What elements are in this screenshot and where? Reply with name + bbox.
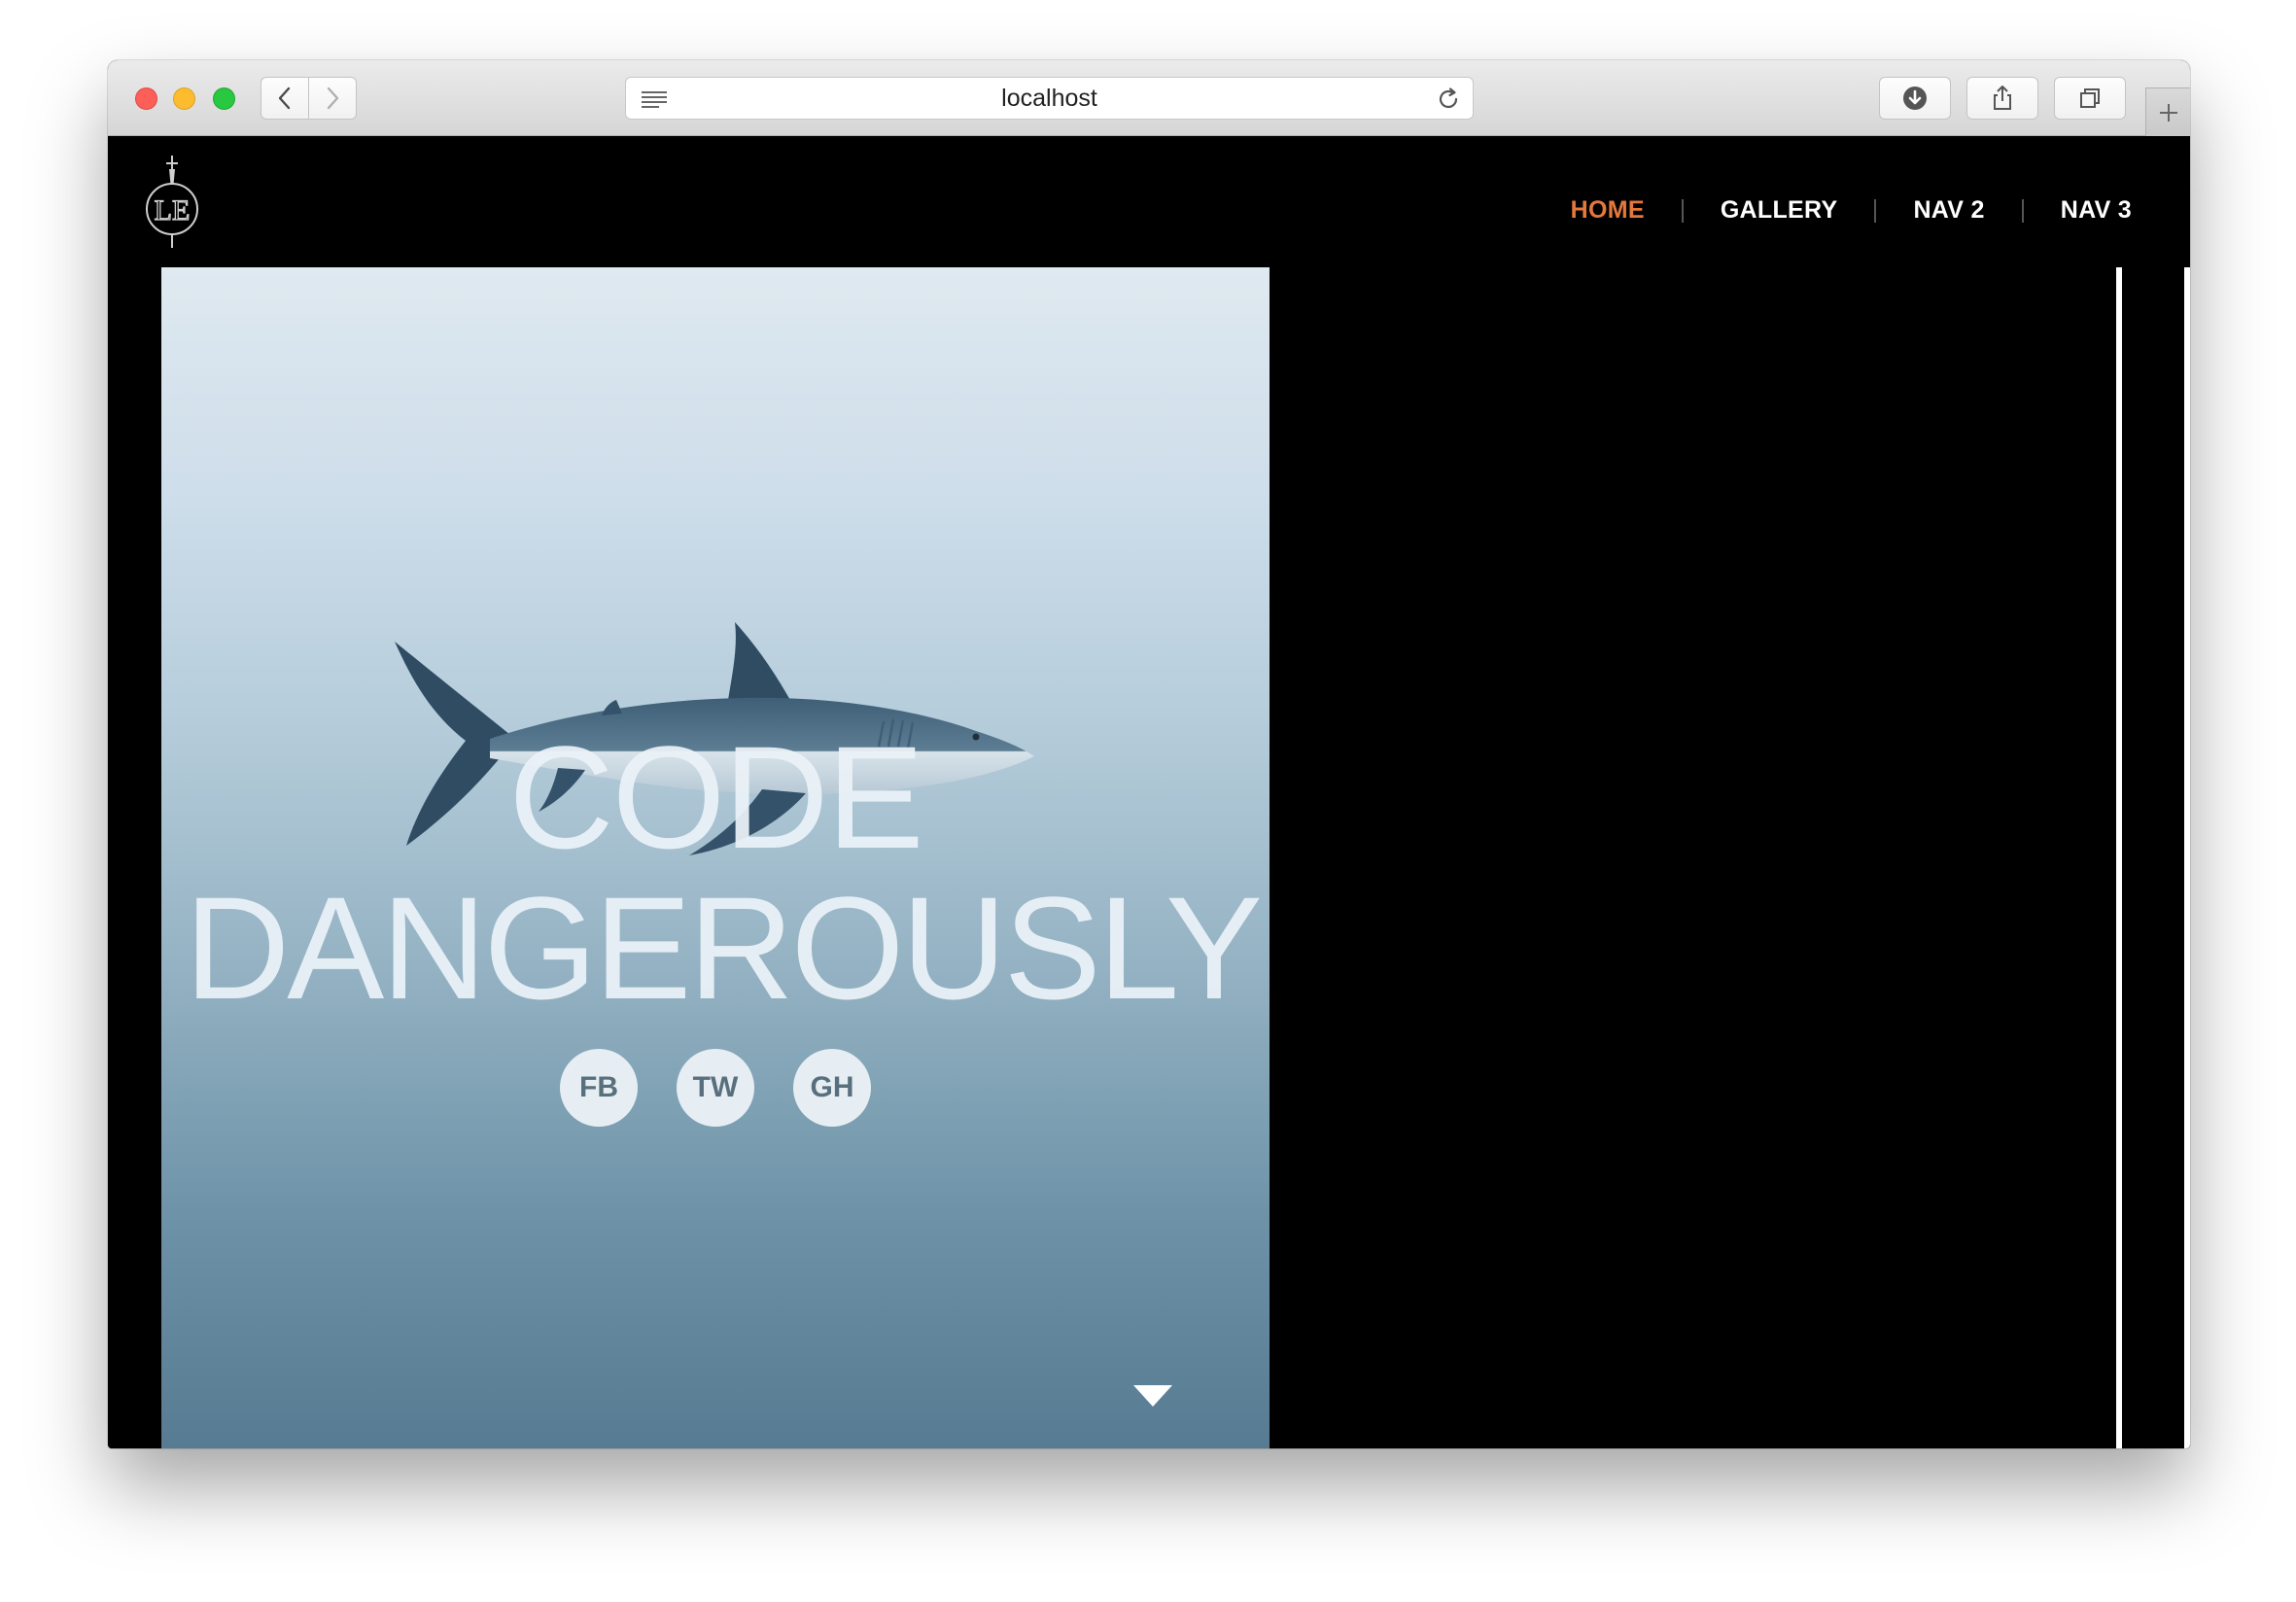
screenshot-stage: localhost LE HOME GALLERY NAV 2 NAV 3 CO… <box>0 0 2296 1602</box>
offscreen-panel <box>2122 267 2190 1448</box>
nav-2[interactable]: NAV 2 <box>1913 196 1984 225</box>
address-bar[interactable]: localhost <box>625 77 1474 120</box>
svg-text:LE: LE <box>155 194 191 226</box>
nav-separator <box>1681 198 1684 223</box>
offscreen-panel-edge <box>2184 267 2190 1448</box>
headline-line-2: DANGEROUSLY <box>184 866 1263 1029</box>
new-tab-button[interactable] <box>2145 87 2190 136</box>
chevron-left-icon <box>278 87 291 110</box>
share-icon <box>1994 86 2011 110</box>
page-viewport: LE HOME GALLERY NAV 2 NAV 3 CODE DANGERO… <box>108 136 2190 1448</box>
tab-overview-button[interactable] <box>2054 77 2126 120</box>
nav-separator <box>1874 198 1877 223</box>
back-button[interactable] <box>261 77 309 120</box>
nav-separator <box>2021 198 2024 223</box>
headline-line-1: CODE <box>508 715 923 879</box>
triangle-down-icon[interactable] <box>1133 1385 1172 1407</box>
main-navigation: HOME GALLERY NAV 2 NAV 3 <box>1571 196 2132 225</box>
minimize-window-button[interactable] <box>173 87 195 110</box>
url-text[interactable]: localhost <box>626 78 1473 119</box>
social-links: FB TW GH <box>161 1049 1270 1127</box>
share-button[interactable] <box>1966 77 2038 120</box>
browser-toolbar: localhost <box>108 60 2190 136</box>
maximize-window-button[interactable] <box>213 87 235 110</box>
hero-section: CODE DANGEROUSLY FB TW GH <box>161 267 1270 1448</box>
downloads-button[interactable] <box>1879 77 1951 120</box>
nav-3[interactable]: NAV 3 <box>2061 196 2132 225</box>
close-window-button[interactable] <box>135 87 157 110</box>
site-logo[interactable]: LE <box>143 156 201 249</box>
chevron-right-icon <box>327 87 339 110</box>
plus-icon <box>2159 103 2177 122</box>
reload-icon[interactable] <box>1436 87 1461 112</box>
nav-home[interactable]: HOME <box>1571 196 1645 225</box>
facebook-button[interactable]: FB <box>560 1049 638 1127</box>
nav-gallery[interactable]: GALLERY <box>1721 196 1838 225</box>
twitter-button[interactable]: TW <box>677 1049 754 1127</box>
browser-window: localhost LE HOME GALLERY NAV 2 NAV 3 CO… <box>108 60 2190 1448</box>
forward-button[interactable] <box>308 77 357 120</box>
download-icon <box>1903 87 1927 110</box>
github-button[interactable]: GH <box>793 1049 871 1127</box>
tabs-overview-icon <box>2080 88 2100 108</box>
